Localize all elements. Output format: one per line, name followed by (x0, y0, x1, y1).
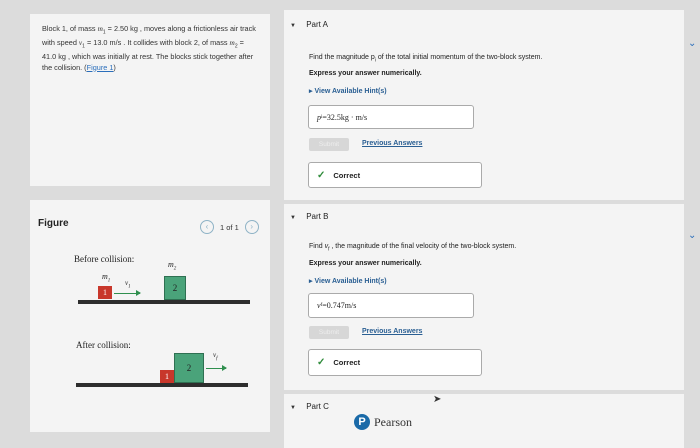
problem-statement: Block 1, of mass m1 = 2.50 kg , moves al… (42, 24, 256, 72)
part-a-previous-answers-link[interactable]: Previous Answers (362, 140, 422, 147)
figure-pager: ‹ 1 of 1 › (200, 220, 259, 234)
part-b-question: Find vf , the magnitude of the final vel… (309, 243, 517, 253)
part-c-panel (284, 394, 684, 448)
chevron-down-icon[interactable]: ⌄ (688, 230, 696, 241)
part-a-header[interactable]: ▼ Part A (290, 20, 328, 29)
part-a-question: Find the magnitude pi of the total initi… (309, 54, 543, 64)
part-a-submit-button[interactable]: Submit (309, 138, 349, 151)
m2-label: m2 (168, 260, 177, 272)
prev-figure-button[interactable]: ‹ (200, 220, 214, 234)
collapse-triangle-icon: ▼ (290, 405, 296, 411)
before-collision-label: Before collision: (74, 254, 135, 264)
v1-arrow (114, 290, 141, 296)
part-a-result: ✓ Correct (308, 162, 482, 188)
block-2: 2 (164, 276, 186, 300)
part-b-header[interactable]: ▼ Part B (290, 212, 328, 221)
part-a-answer-field[interactable]: pi = 32.5 kg · m/s (308, 105, 474, 129)
next-figure-button[interactable]: › (244, 220, 259, 234)
part-b-previous-answers-link[interactable]: Previous Answers (362, 328, 422, 335)
part-a-hint-toggle[interactable]: ▸ View Available Hint(s) (309, 87, 387, 95)
check-icon: ✓ (317, 169, 326, 181)
block-2-after: 2 (174, 353, 204, 383)
collapse-triangle-icon: ▼ (290, 215, 296, 221)
part-b-result: ✓ Correct (308, 349, 482, 376)
figure-page-indicator: 1 of 1 (220, 222, 239, 232)
part-b-submit-button[interactable]: Submit (309, 326, 349, 339)
after-collision-label: After collision: (76, 340, 131, 350)
air-track-after (76, 383, 248, 387)
figure-title: Figure (38, 218, 69, 229)
air-track-before (78, 300, 250, 304)
figure-link[interactable]: Figure 1 (87, 63, 114, 72)
pearson-logo-icon: P (354, 414, 370, 430)
part-c-header[interactable]: ▼ Part C (290, 402, 329, 411)
chevron-down-icon[interactable]: ⌄ (688, 38, 696, 49)
vf-arrow (206, 365, 227, 371)
expand-triangle-icon: ▸ (309, 278, 313, 285)
part-b-instruction: Express your answer numerically. (309, 260, 422, 267)
collapse-triangle-icon: ▼ (290, 23, 296, 29)
block-1: 1 (98, 286, 112, 299)
block-1-after: 1 (160, 370, 174, 383)
check-icon: ✓ (317, 357, 326, 368)
pearson-logo: P Pearson (354, 414, 412, 430)
part-b-answer-field[interactable]: vf = 0.747 m/s (308, 293, 474, 318)
figure-panel (30, 200, 270, 432)
v1-label: v1 (125, 279, 131, 290)
expand-triangle-icon: ▸ (309, 88, 313, 95)
vf-label: vf (213, 351, 218, 362)
mouse-cursor-icon: ➤ (433, 394, 442, 405)
m1-label: m1 (102, 272, 111, 284)
part-b-hint-toggle[interactable]: ▸ View Available Hint(s) (309, 277, 387, 285)
part-a-instruction: Express your answer numerically. (309, 70, 422, 77)
